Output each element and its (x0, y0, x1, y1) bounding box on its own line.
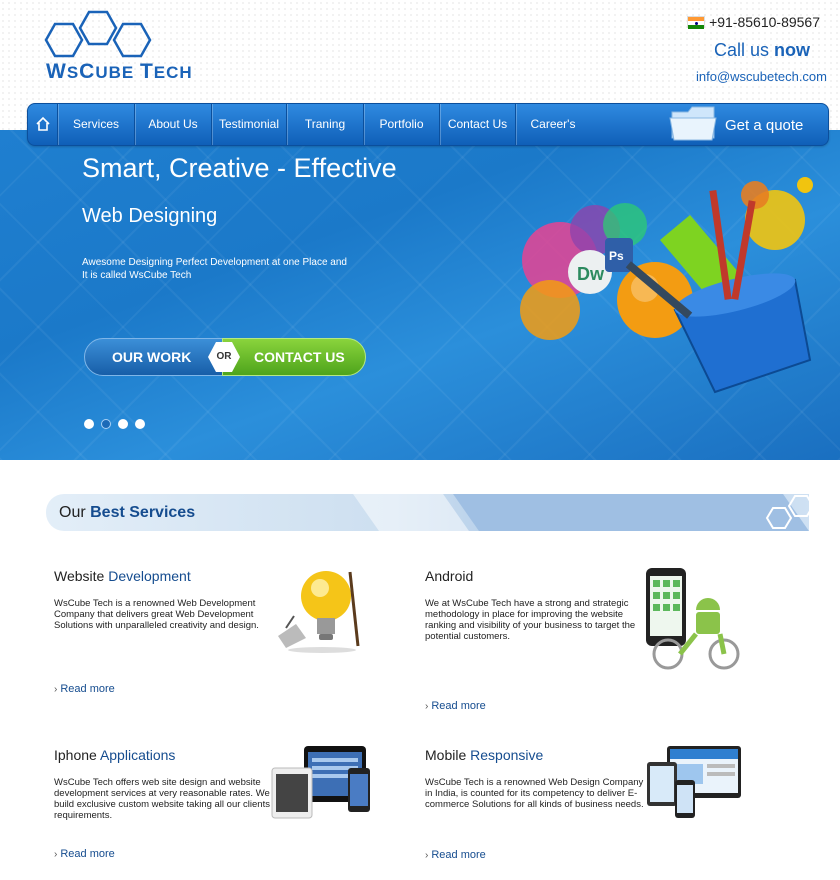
nav-testimonial[interactable]: Testimonial (212, 104, 287, 145)
slider-dot[interactable] (135, 419, 145, 429)
logo[interactable]: WSCUBE TECH (44, 10, 244, 83)
slider-dot-active[interactable] (101, 419, 111, 429)
service-description: WsCube Tech is a renowned Web Design Com… (425, 777, 644, 810)
contact-us-button[interactable]: CONTACT US (222, 338, 366, 376)
nav-services[interactable]: Services (58, 104, 135, 145)
phone-row: +91-85610-89567 (687, 14, 820, 30)
nav-contact-us[interactable]: Contact Us (440, 104, 516, 145)
call-us-text: Call us now (713, 40, 810, 60)
hero-description: Awesome Designing Perfect Development at… (82, 257, 347, 281)
hero-subtitle: Web Designing (82, 205, 218, 227)
main-navbar: Services About Us Testimonial Traning Po… (27, 103, 829, 146)
slider-dots (84, 419, 145, 429)
hero-cta-group: OUR WORK CONTACT US OR (84, 338, 366, 376)
get-a-quote-label: Get a quote (725, 117, 804, 134)
hexagon-logo-icon (44, 10, 152, 58)
svg-text:Ps: Ps (609, 249, 624, 263)
services-heading-banner: Our Best Services (46, 494, 809, 531)
nav-about-us[interactable]: About Us (135, 104, 212, 145)
nav-portfolio[interactable]: Portfolio (364, 104, 440, 145)
read-more-link[interactable]: › Read more (54, 683, 115, 695)
apple-devices-icon (271, 746, 370, 819)
android-phone-icon (646, 568, 740, 670)
slider-dot[interactable] (84, 419, 94, 429)
service-description: WsCube Tech offers web site design and w… (54, 777, 270, 821)
service-description: We at WsCube Tech have a strong and stra… (425, 598, 636, 642)
nav-careers[interactable]: Career's (516, 104, 590, 145)
india-flag-icon (687, 16, 706, 29)
service-description: WsCube Tech is a renowned Web Developmen… (54, 598, 259, 631)
read-more-link[interactable]: › Read more (425, 700, 486, 712)
hexagon-decoration-icon (765, 495, 809, 529)
design-tools-illustration: Dw Ps (520, 177, 813, 394)
nav-traning[interactable]: Traning (287, 104, 364, 145)
svg-text:Dw: Dw (577, 264, 605, 284)
light-bulb-icon (278, 571, 360, 653)
get-a-quote-button[interactable]: Get a quote (668, 104, 828, 145)
email-link[interactable]: info@wscubetech.com (696, 69, 827, 84)
folder-icon (669, 106, 717, 141)
hero-title: Smart, Creative - Effective (82, 153, 397, 183)
slider-dot[interactable] (118, 419, 128, 429)
read-more-link[interactable]: › Read more (425, 849, 486, 861)
read-more-link[interactable]: › Read more (54, 848, 115, 860)
hero-slider: Smart, Creative - Effective Web Designin… (0, 130, 840, 460)
logo-text: WSCUBE TECH (46, 60, 193, 83)
services-heading: Our Best Services (59, 504, 196, 521)
phone-number[interactable]: +91-85610-89567 (709, 14, 820, 30)
responsive-devices-icon (647, 746, 741, 818)
home-icon (35, 116, 50, 131)
nav-home[interactable] (28, 104, 58, 145)
